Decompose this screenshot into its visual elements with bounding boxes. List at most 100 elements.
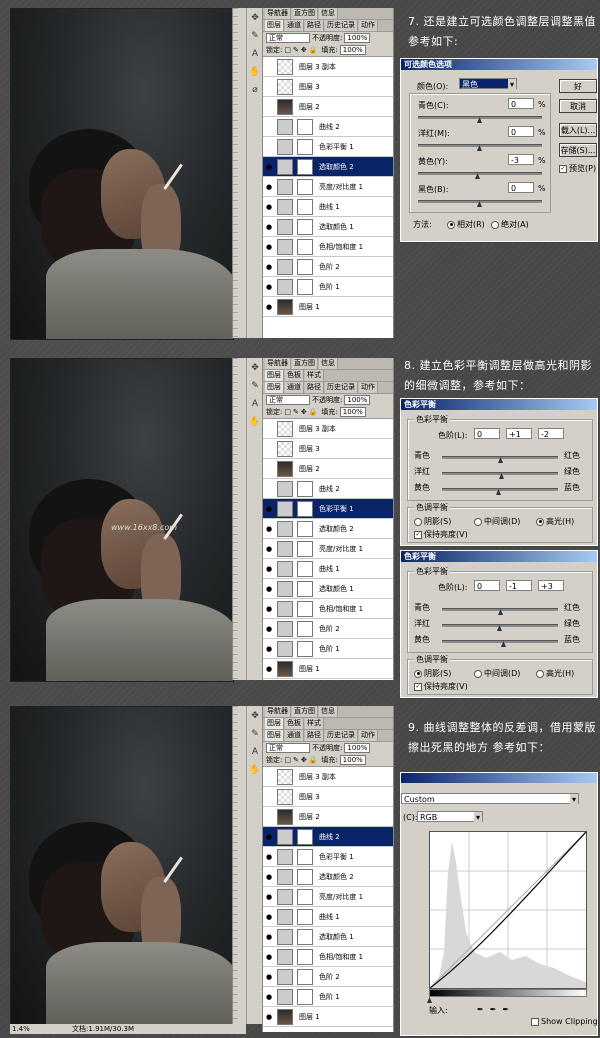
save-button[interactable]: 存储(S)... [559,143,597,157]
layer-row[interactable]: ● 色阶 1 [263,277,393,297]
tab-styles[interactable]: 样式 [305,370,324,381]
preserve-luminosity-checkbox[interactable]: ✓ 保持亮度(V) [414,681,468,692]
visibility-eye-icon[interactable]: ● [263,585,275,593]
layer-row[interactable]: ● 曲线 2 [263,827,393,847]
layers-tabs[interactable]: 图层 通道 路径 历史记录 动作 [263,382,393,394]
preset-select[interactable]: Custom ▾ [401,793,579,805]
visibility-eye-icon[interactable]: ● [263,893,275,901]
tab-swatches[interactable]: 色板 [285,370,304,381]
visibility-eye-icon[interactable]: ● [263,645,275,653]
tab-layers[interactable]: 图层 [265,382,284,393]
tab-navigator[interactable]: 导航器 [265,358,291,369]
layer-row[interactable]: 图层 3 [263,77,393,97]
visibility-eye-icon[interactable]: ● [263,605,275,613]
tab-actions[interactable]: 动作 [359,730,378,741]
swatch-tabs[interactable]: 图层 色板 样式 [263,718,393,730]
layer-row[interactable]: 图层 2 [263,97,393,117]
layer-row[interactable]: ● 色相/饱和度 1 [263,947,393,967]
tab-swatches[interactable]: 色板 [285,718,304,729]
show-clipping-checkbox[interactable]: Show Clipping [531,1017,598,1026]
preserve-luminosity-checkbox[interactable]: ✓ 保持亮度(V) [414,529,468,540]
layer-row[interactable]: ● 色彩平衡 1 [263,847,393,867]
colors-select[interactable]: 黑色 ▾ [459,78,517,90]
layer-row[interactable]: ● 图层 1 [263,297,393,317]
tab-channels[interactable]: 通道 [285,730,304,741]
tab-navigator[interactable]: 导航器 [265,706,291,717]
tab-channels[interactable]: 通道 [285,382,304,393]
toolbox[interactable]: ✥ ✎ A ✋ [246,358,263,680]
text-tool-icon[interactable]: A [248,46,262,62]
tab-actions[interactable]: 动作 [359,382,378,393]
lock-icons[interactable]: □✎✥🔒 [284,46,319,54]
midtones-radio[interactable]: 中间调(D) [474,516,520,527]
toolbox[interactable]: ✥ ✎ A ✋ ⌀ [246,8,263,338]
layer-row[interactable]: ● 色阶 1 [263,987,393,1007]
text-tool-icon[interactable]: A [248,744,262,760]
tab-history[interactable]: 历史记录 [325,382,358,393]
eyedropper-tool-icon[interactable]: ⌀ [248,82,262,98]
layer-row[interactable]: 曲线 2 [263,479,393,499]
layer-row[interactable]: 图层 3 [263,787,393,807]
level-input-1[interactable]: 0 [474,428,500,439]
layer-row[interactable]: ● 选取颜色 1 [263,217,393,237]
visibility-eye-icon[interactable]: ● [263,853,275,861]
level-input-1[interactable]: 0 [474,580,500,591]
preview-checkbox[interactable]: ✓ 预览(P) [559,163,596,174]
blend-mode-select[interactable]: 正常 [266,743,310,753]
layer-row[interactable]: ● 选取颜色 1 [263,579,393,599]
move-tool-icon[interactable]: ✥ [248,360,262,376]
move-tool-icon[interactable]: ✥ [248,10,262,26]
layer-row[interactable]: ● 图层 1 [263,659,393,679]
tab-layers[interactable]: 图层 [265,20,284,31]
visibility-eye-icon[interactable]: ● [263,163,275,171]
visibility-eye-icon[interactable]: ● [263,1013,275,1021]
level-input-2[interactable]: +1 [506,428,532,439]
layer-row[interactable]: 图层 3 副本 [263,767,393,787]
tab-channels[interactable]: 通道 [285,20,304,31]
visibility-eye-icon[interactable]: ● [263,565,275,573]
midtones-radio[interactable]: 中间调(D) [474,668,520,679]
layer-row[interactable]: ● 选取颜色 1 [263,927,393,947]
opacity-input[interactable]: 100% [344,33,371,43]
lock-icons[interactable]: □✎✥🔒 [284,408,319,416]
tab-history[interactable]: 历史记录 [325,20,358,31]
brush-tool-icon[interactable]: ✎ [248,378,262,394]
visibility-eye-icon[interactable]: ● [263,913,275,921]
tab-layers[interactable]: 图层 [265,730,284,741]
layer-row[interactable]: ● 色相/饱和度 1 [263,237,393,257]
tab-histogram[interactable]: 直方图 [292,358,318,369]
visibility-eye-icon[interactable]: ● [263,625,275,633]
load-button[interactable]: 载入(L)... [559,123,597,137]
layer-row[interactable]: 图层 3 副本 [263,57,393,77]
cancel-button[interactable]: 取消 [559,99,597,113]
tab-info[interactable]: 信息 [319,8,338,19]
layer-row[interactable]: ● 曲线 1 [263,907,393,927]
tab-paths[interactable]: 路径 [305,20,324,31]
layer-row[interactable]: 图层 3 副本 [263,419,393,439]
visibility-eye-icon[interactable]: ● [263,243,275,251]
channel-select[interactable]: RGB ▾ [417,811,483,823]
highlights-radio[interactable]: 高光(H) [536,516,574,527]
opacity-input[interactable]: 100% [344,743,371,753]
layer-row[interactable]: ● 图层 1 [263,1007,393,1027]
black-point-slider[interactable] [427,997,432,1003]
layer-row[interactable]: ● 选取颜色 2 [263,519,393,539]
layers-tabs[interactable]: 图层 通道 路径 历史记录 动作 [263,20,393,32]
navigator-tabs[interactable]: 导航器 直方图 信息 [263,8,393,20]
layer-row[interactable]: 图层 2 [263,459,393,479]
fill-input[interactable]: 100% [339,755,366,765]
visibility-eye-icon[interactable]: ● [263,973,275,981]
layer-row[interactable]: ● 色彩平衡 1 [263,499,393,519]
tab-histogram[interactable]: 直方图 [292,706,318,717]
tab-navigator[interactable]: 导航器 [265,8,291,19]
shadows-radio[interactable]: 阴影(S) [414,668,451,679]
yellow-input[interactable]: -3 [508,154,534,165]
eyedropper-icons[interactable]: ✒✒✒ [477,1005,515,1014]
tab-layers[interactable]: 图层 [265,370,284,381]
visibility-eye-icon[interactable]: ● [263,873,275,881]
absolute-radio[interactable]: 绝对(A) [491,219,529,230]
level-input-3[interactable]: -2 [538,428,564,439]
layer-row[interactable]: ● 曲线 1 [263,559,393,579]
visibility-eye-icon[interactable]: ● [263,833,275,841]
curves-graph[interactable] [429,831,587,989]
